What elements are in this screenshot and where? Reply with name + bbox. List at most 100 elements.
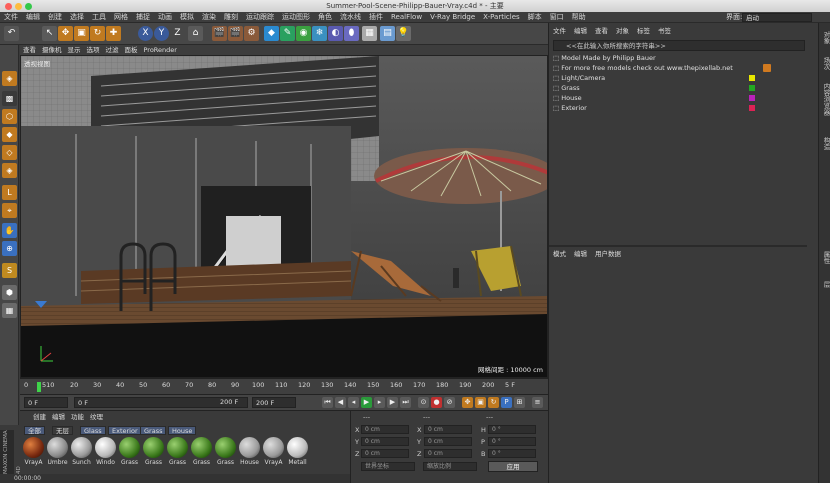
tag-icon[interactable]: [763, 64, 771, 72]
material-swatch[interactable]: [23, 437, 44, 458]
make-editable-icon[interactable]: ◈: [2, 71, 17, 86]
go-to-end-icon[interactable]: ⏭: [400, 397, 411, 408]
menu-script[interactable]: 脚本: [524, 12, 546, 23]
viewport-menu-options[interactable]: 选项: [84, 45, 103, 55]
material-menu-create[interactable]: 创建: [30, 412, 49, 422]
side-tab-content-browser[interactable]: 内容浏览器: [819, 83, 830, 116]
menu-tools[interactable]: 工具: [88, 12, 110, 23]
model-mode-icon[interactable]: ◆: [2, 127, 17, 142]
coordinate-system-icon[interactable]: ⌂: [188, 26, 203, 41]
key-scale-icon[interactable]: ▣: [475, 397, 486, 408]
render-settings-icon[interactable]: ⚙: [244, 26, 259, 41]
material-swatch[interactable]: [191, 437, 212, 458]
object-row[interactable]: ⬚ Grass: [553, 83, 793, 93]
object-menu-view[interactable]: 查看: [591, 26, 612, 37]
size-x-field[interactable]: 0 cm: [424, 425, 472, 434]
menu-pipeline[interactable]: 流水线: [336, 12, 365, 23]
object-row[interactable]: ⬚ Exterior: [553, 103, 793, 113]
material-swatch[interactable]: [239, 437, 260, 458]
object-search-field[interactable]: <<在此输入你所搜索的字符串>>: [553, 40, 805, 51]
material-swatch[interactable]: [47, 437, 68, 458]
render-picture-viewer-icon[interactable]: 🎬: [228, 26, 243, 41]
material-swatch[interactable]: [95, 437, 116, 458]
menu-mograph[interactable]: 运动图形: [278, 12, 314, 23]
attribute-menu-edit[interactable]: 编辑: [570, 249, 591, 260]
material-filter-all[interactable]: 全部: [24, 426, 45, 435]
environment-icon[interactable]: ⬮: [344, 26, 359, 41]
autokey-icon[interactable]: ⊘: [444, 397, 455, 408]
menu-vray-bridge[interactable]: V-Ray Bridge: [426, 12, 479, 23]
menu-animate[interactable]: 动画: [154, 12, 176, 23]
play-icon[interactable]: ▶: [361, 397, 372, 408]
menu-x-particles[interactable]: X-Particles: [479, 12, 523, 23]
object-row[interactable]: ⬚ Light/Camera: [553, 73, 793, 83]
scale-icon[interactable]: ▣: [74, 26, 89, 41]
record-active-icon[interactable]: ●: [431, 397, 442, 408]
menu-character[interactable]: 角色: [314, 12, 336, 23]
attribute-menu-user-data[interactable]: 用户数据: [591, 249, 625, 260]
menu-motion-tracking[interactable]: 运动跟踪: [242, 12, 278, 23]
object-row[interactable]: ⬚ For more free models check out www.the…: [553, 63, 771, 73]
side-tab-structure[interactable]: 构造: [819, 137, 830, 150]
coordinate-space-select[interactable]: 世界坐标: [361, 462, 415, 471]
workplane-icon[interactable]: S: [2, 263, 17, 278]
size-y-field[interactable]: 0 cm: [424, 437, 472, 446]
viewport-menu-cameras[interactable]: 摄像机: [39, 45, 65, 55]
material-filter-exterior[interactable]: Exterior: [108, 426, 142, 435]
rotation-b-field[interactable]: 0 °: [488, 449, 536, 458]
close-window-button[interactable]: [5, 3, 12, 10]
menu-snap[interactable]: 捕捉: [132, 12, 154, 23]
undo-icon[interactable]: ↶: [4, 26, 19, 41]
timeline-ruler[interactable]: 0 510 20 30 40 50 60 70 80 90 100 110 12…: [20, 378, 548, 394]
recent-tools-icon[interactable]: ✚: [106, 26, 121, 41]
axis-x-button[interactable]: X: [138, 26, 153, 41]
menu-edit[interactable]: 编辑: [22, 12, 44, 23]
viewport-menu-view[interactable]: 查看: [20, 45, 39, 55]
object-menu-file[interactable]: 文件: [549, 26, 570, 37]
material-menu-edit[interactable]: 编辑: [49, 412, 68, 422]
material-menu-texture[interactable]: 纹理: [87, 412, 106, 422]
lock-workplane-icon[interactable]: ⬢: [2, 285, 17, 300]
panel-divider[interactable]: [549, 245, 807, 247]
snap-icon[interactable]: ⊕: [2, 241, 17, 256]
scale-mode-select[interactable]: 缩放比例: [423, 462, 477, 471]
prev-key-icon[interactable]: ◀: [335, 397, 346, 408]
rotation-h-field[interactable]: 0 °: [488, 425, 536, 434]
side-tab-attributes[interactable]: 属性: [819, 251, 830, 264]
prev-frame-icon[interactable]: ◂: [348, 397, 359, 408]
menu-simulate[interactable]: 模拟: [176, 12, 198, 23]
menu-render[interactable]: 渲染: [198, 12, 220, 23]
menu-sculpt[interactable]: 雕刻: [220, 12, 242, 23]
menu-mesh[interactable]: 网格: [110, 12, 132, 23]
key-param-icon[interactable]: P: [501, 397, 512, 408]
position-y-field[interactable]: 0 cm: [361, 437, 409, 446]
light-icon[interactable]: 💡: [396, 26, 411, 41]
move-icon[interactable]: ✥: [58, 26, 73, 41]
grid-icon[interactable]: ▦: [2, 303, 17, 318]
material-swatch[interactable]: [71, 437, 92, 458]
tweak-mode-icon[interactable]: ✋: [2, 223, 17, 238]
object-menu-edit[interactable]: 编辑: [570, 26, 591, 37]
material-filter-glass[interactable]: Glass: [80, 426, 106, 435]
object-menu-bookmarks[interactable]: 书签: [654, 26, 675, 37]
material-filter-grass[interactable]: Grass: [140, 426, 167, 435]
menu-help[interactable]: 帮助: [568, 12, 590, 23]
viewport-menu-display[interactable]: 显示: [65, 45, 84, 55]
rotation-p-field[interactable]: 0 °: [488, 437, 536, 446]
key-rotation-icon[interactable]: ↻: [488, 397, 499, 408]
apply-button[interactable]: 应用: [488, 461, 538, 472]
menu-window[interactable]: 窗口: [546, 12, 568, 23]
menu-create[interactable]: 创建: [44, 12, 66, 23]
material-swatch[interactable]: [167, 437, 188, 458]
enable-axis-icon[interactable]: ⌖: [2, 203, 17, 218]
material-filter-no-layer[interactable]: 无层: [52, 426, 73, 435]
zoom-window-button[interactable]: [25, 3, 32, 10]
pen-spline-icon[interactable]: ✎: [280, 26, 295, 41]
3d-viewport[interactable]: 透视视图 网格间距 : 10000 cm: [20, 55, 548, 378]
key-position-icon[interactable]: ✥: [462, 397, 473, 408]
material-swatch[interactable]: [215, 437, 236, 458]
object-menu-objects[interactable]: 对象: [612, 26, 633, 37]
viewport-menu-prorender[interactable]: ProRender: [141, 45, 180, 55]
menu-realflow[interactable]: RealFlow: [387, 12, 426, 23]
material-swatch[interactable]: [287, 437, 308, 458]
